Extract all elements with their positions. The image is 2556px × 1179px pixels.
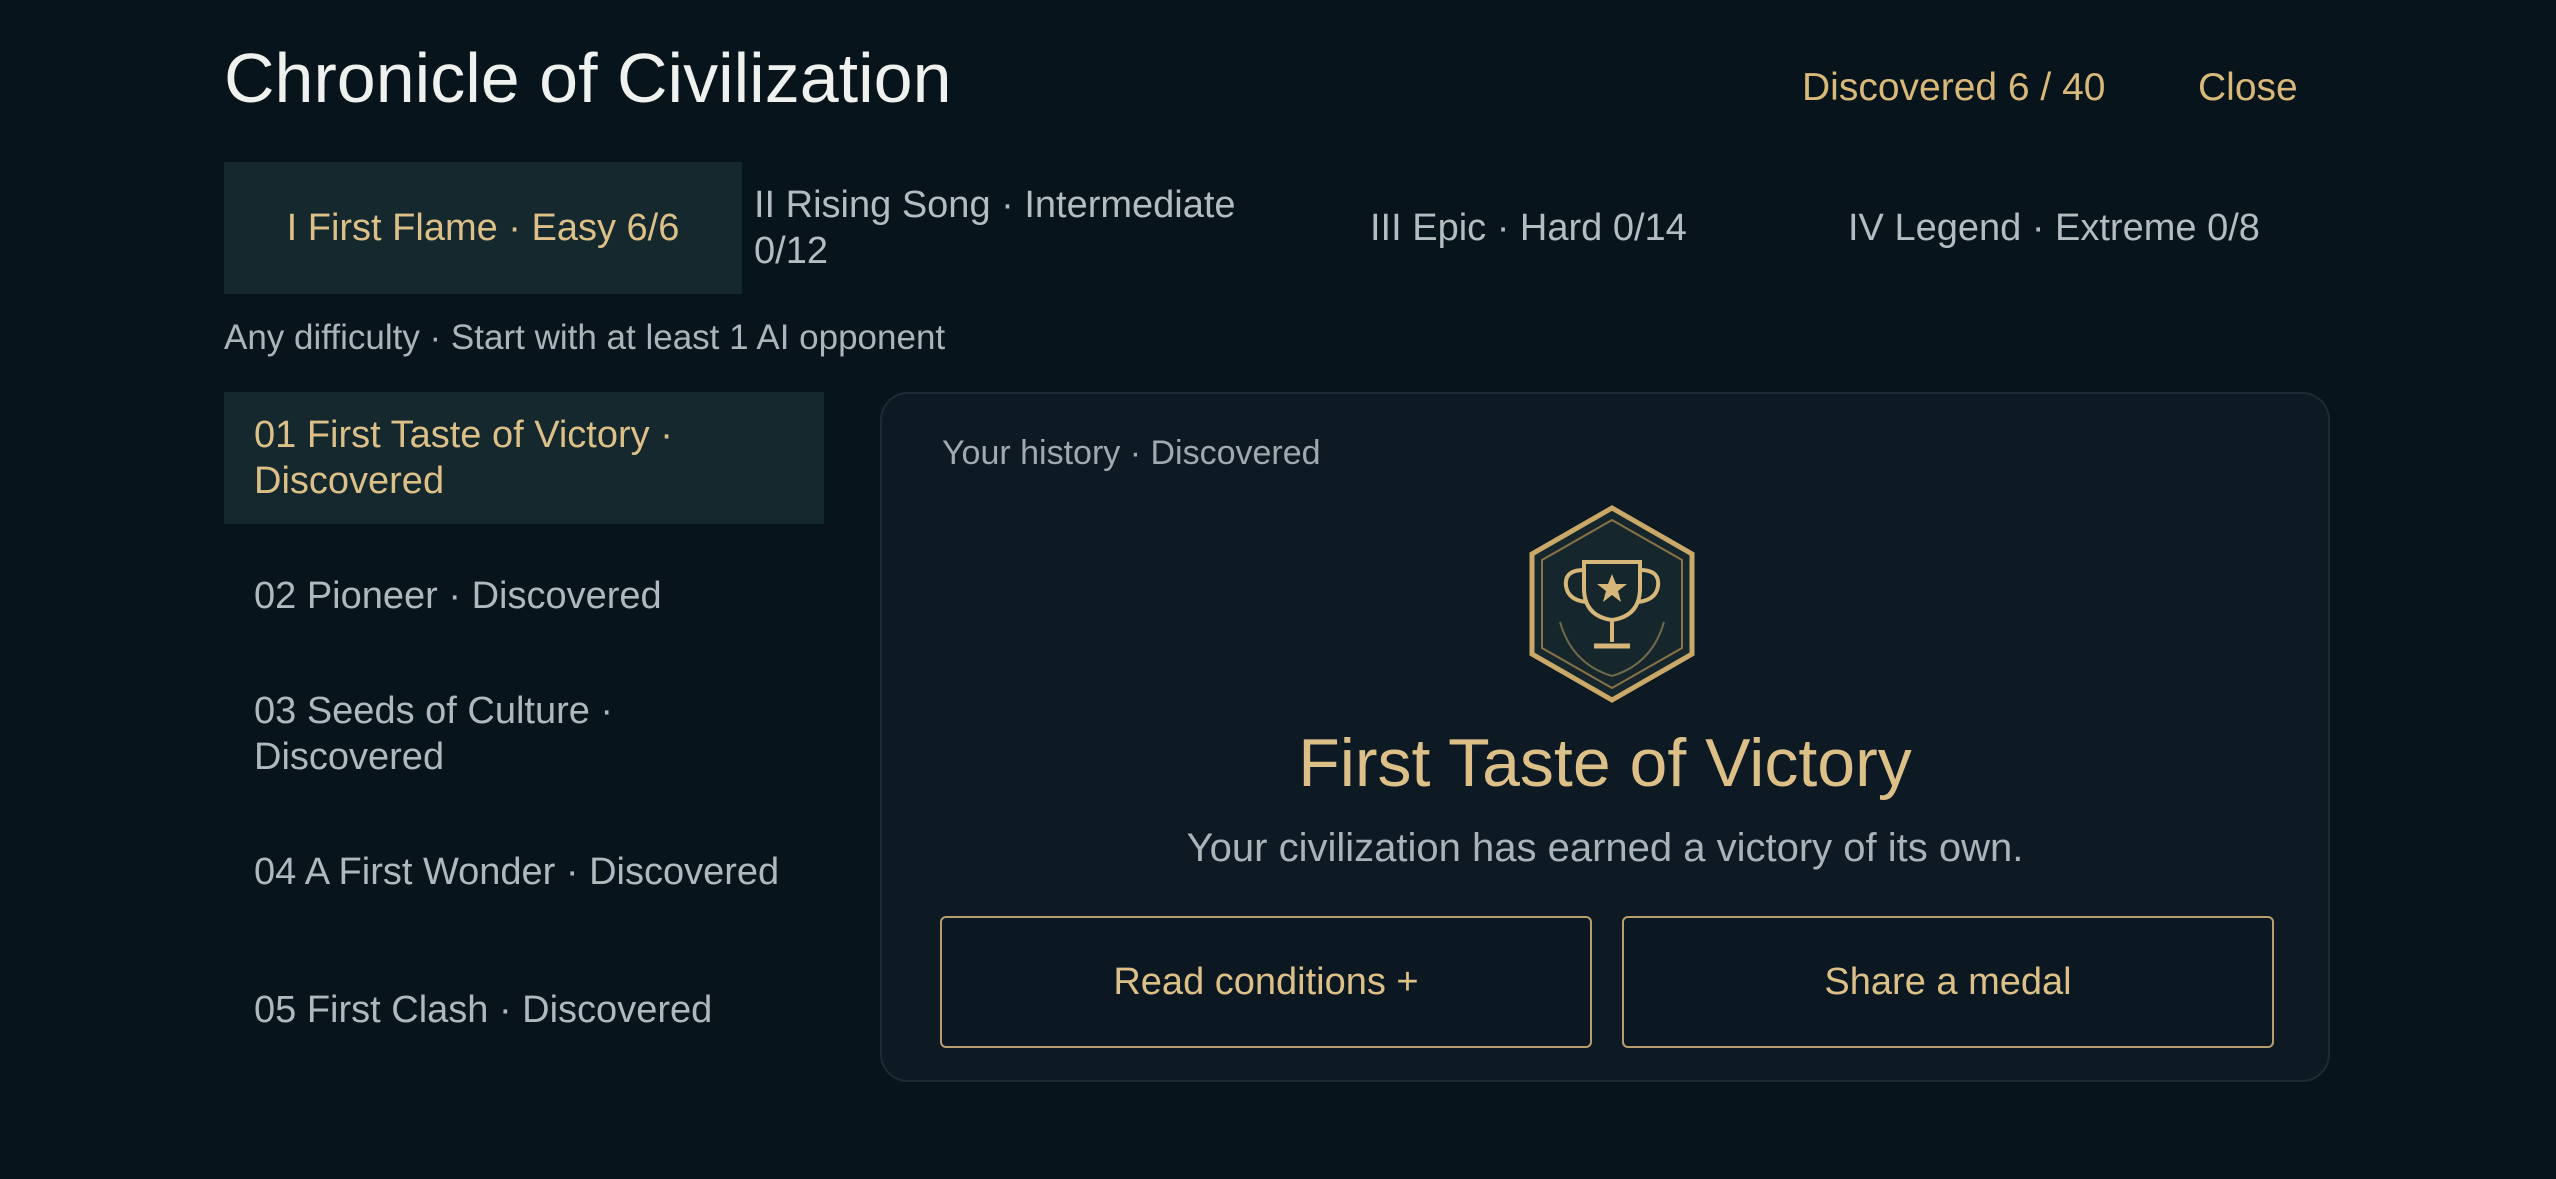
discovered-count: Discovered 6 / 40 bbox=[1802, 66, 2106, 109]
read-conditions-button[interactable]: Read conditions + bbox=[940, 916, 1592, 1048]
list-item[interactable]: 01 First Taste of Victory · Discovered bbox=[224, 392, 824, 524]
trophy-medal-icon bbox=[1529, 505, 1695, 703]
tab-legend[interactable]: IV Legend · Extreme 0/8 bbox=[1848, 162, 2308, 294]
achievement-description: Your civilization has earned a victory o… bbox=[1186, 826, 2024, 870]
list-item[interactable]: 02 Pioneer · Discovered bbox=[224, 556, 824, 636]
tab-rising-song[interactable]: II Rising Song · Intermediate 0/12 bbox=[754, 162, 1314, 294]
close-button[interactable]: Close bbox=[2198, 66, 2298, 110]
achievement-title: First Taste of Victory bbox=[1298, 725, 1912, 801]
tab-epic[interactable]: III Epic · Hard 0/14 bbox=[1370, 162, 1790, 294]
list-item[interactable]: 03 Seeds of Culture · Discovered bbox=[224, 682, 824, 786]
list-item[interactable]: 04 A First Wonder · Discovered bbox=[224, 820, 824, 924]
tab-first-flame[interactable]: I First Flame · Easy 6/6 bbox=[224, 162, 742, 294]
list-item[interactable]: 05 First Clash · Discovered bbox=[224, 970, 824, 1050]
share-medal-button[interactable]: Share a medal bbox=[1622, 916, 2274, 1048]
achievement-detail-panel: Your history · Discovered First Taste of… bbox=[880, 392, 2330, 1082]
detail-status-label: Your history · Discovered bbox=[942, 434, 1321, 472]
tier-subtitle: Any difficulty · Start with at least 1 A… bbox=[224, 318, 946, 357]
page-title: Chronicle of Civilization bbox=[224, 39, 952, 117]
